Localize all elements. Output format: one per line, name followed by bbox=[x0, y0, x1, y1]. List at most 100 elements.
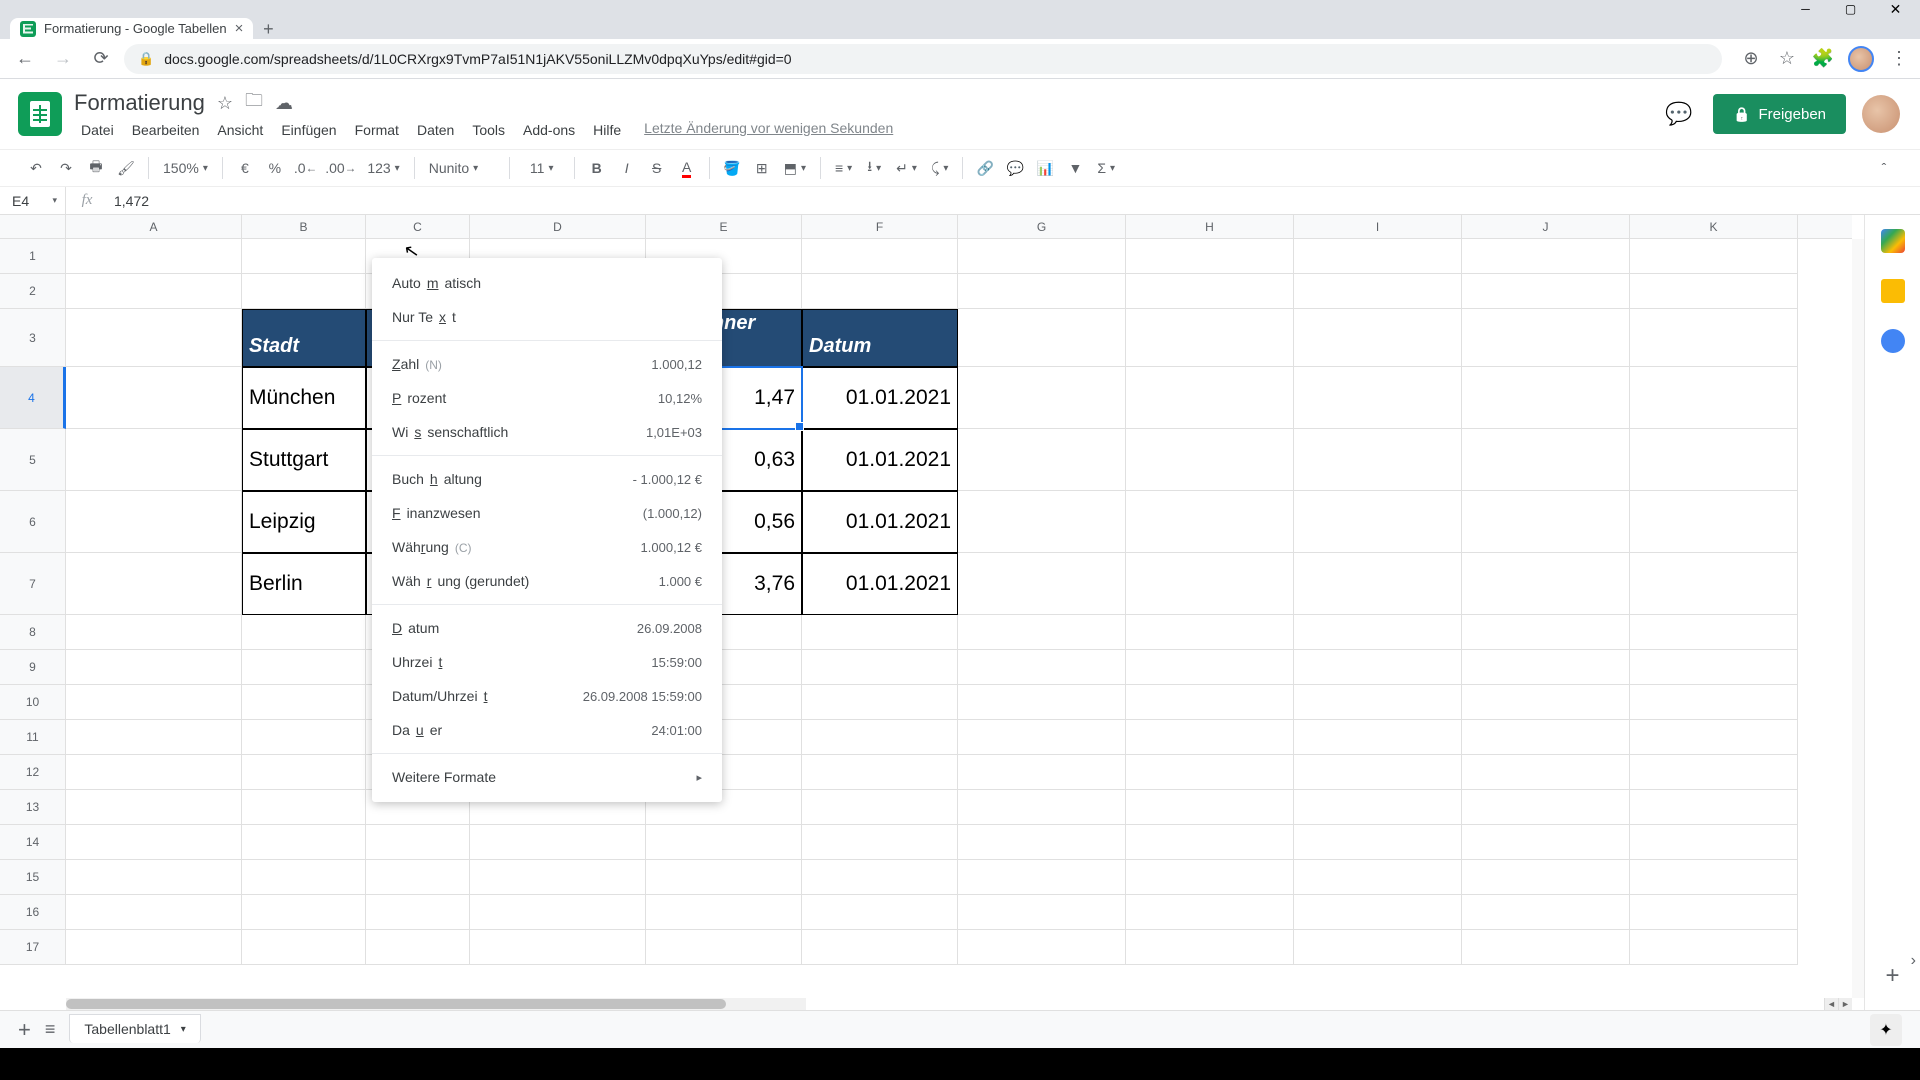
bookmark-icon[interactable]: ☆ bbox=[1776, 48, 1798, 70]
paint-format-button[interactable]: 🖌 bbox=[112, 154, 140, 182]
row-header-13[interactable]: 13 bbox=[0, 790, 65, 825]
cell-F13[interactable] bbox=[802, 790, 958, 825]
account-avatar[interactable] bbox=[1862, 95, 1900, 133]
col-header-F[interactable]: F bbox=[802, 215, 958, 238]
cell-A17[interactable] bbox=[66, 930, 242, 965]
cell-J6[interactable] bbox=[1462, 491, 1630, 553]
cell-C15[interactable] bbox=[366, 860, 470, 895]
v-align-button[interactable]: ⭳ bbox=[860, 154, 888, 182]
cell-H12[interactable] bbox=[1126, 755, 1294, 790]
cell-J10[interactable] bbox=[1462, 685, 1630, 720]
cell-C14[interactable] bbox=[366, 825, 470, 860]
cell-J16[interactable] bbox=[1462, 895, 1630, 930]
italic-button[interactable]: I bbox=[613, 154, 641, 182]
cell-I6[interactable] bbox=[1294, 491, 1462, 553]
cell-E17[interactable] bbox=[646, 930, 802, 965]
cell-I8[interactable] bbox=[1294, 615, 1462, 650]
cell-K3[interactable] bbox=[1630, 309, 1798, 367]
cell-F8[interactable] bbox=[802, 615, 958, 650]
cell-F5[interactable]: 01.01.2021 bbox=[802, 429, 958, 491]
cell-K16[interactable] bbox=[1630, 895, 1798, 930]
cell-B5[interactable]: Stuttgart bbox=[242, 429, 366, 491]
format-number[interactable]: Zahl (N)1.000,12 bbox=[372, 347, 722, 381]
nav-back-button[interactable]: ← bbox=[10, 44, 40, 74]
cell-D16[interactable] bbox=[470, 895, 646, 930]
cell-I16[interactable] bbox=[1294, 895, 1462, 930]
cell-K14[interactable] bbox=[1630, 825, 1798, 860]
cell-J4[interactable] bbox=[1462, 367, 1630, 429]
cell-J3[interactable] bbox=[1462, 309, 1630, 367]
chart-button[interactable]: 📊 bbox=[1031, 154, 1059, 182]
sheet-tab-active[interactable]: Tabellenblatt1 ▾ bbox=[69, 1014, 200, 1043]
row-header-14[interactable]: 14 bbox=[0, 825, 65, 860]
cell-H15[interactable] bbox=[1126, 860, 1294, 895]
menu-daten[interactable]: Daten bbox=[410, 120, 461, 140]
wrap-button[interactable]: ↵ bbox=[890, 154, 923, 182]
cell-H6[interactable] bbox=[1126, 491, 1294, 553]
cell-G4[interactable] bbox=[958, 367, 1126, 429]
cell-B1[interactable] bbox=[242, 239, 366, 274]
move-icon[interactable]: 🗀 bbox=[245, 88, 263, 118]
font-size-select[interactable]: 11 bbox=[518, 154, 566, 182]
sheet-tab-dropdown-icon[interactable]: ▾ bbox=[181, 1024, 186, 1035]
cell-E14[interactable] bbox=[646, 825, 802, 860]
nav-forward-button[interactable]: → bbox=[48, 44, 78, 74]
cell-J15[interactable] bbox=[1462, 860, 1630, 895]
url-input[interactable]: 🔒 docs.google.com/spreadsheets/d/1L0CRXr… bbox=[124, 44, 1722, 74]
cell-J1[interactable] bbox=[1462, 239, 1630, 274]
column-headers[interactable]: ABCDEFGHIJK bbox=[66, 215, 1852, 239]
format-time[interactable]: Uhrzeit15:59:00 bbox=[372, 645, 722, 679]
format-datetime[interactable]: Datum/Uhrzeit26.09.2008 15:59:00 bbox=[372, 679, 722, 713]
col-header-C[interactable]: C bbox=[366, 215, 470, 238]
cell-K17[interactable] bbox=[1630, 930, 1798, 965]
cell-G5[interactable] bbox=[958, 429, 1126, 491]
cell-K5[interactable] bbox=[1630, 429, 1798, 491]
cell-K11[interactable] bbox=[1630, 720, 1798, 755]
cell-F11[interactable] bbox=[802, 720, 958, 755]
row-header-16[interactable]: 16 bbox=[0, 895, 65, 930]
all-sheets-button[interactable]: ≡ bbox=[45, 1019, 56, 1040]
cell-B14[interactable] bbox=[242, 825, 366, 860]
row-header-17[interactable]: 17 bbox=[0, 930, 65, 965]
cell-B6[interactable]: Leipzig bbox=[242, 491, 366, 553]
cell-G1[interactable] bbox=[958, 239, 1126, 274]
window-minimize[interactable]: ─ bbox=[1783, 0, 1828, 18]
row-header-5[interactable]: 5 bbox=[0, 429, 65, 491]
cell-H2[interactable] bbox=[1126, 274, 1294, 309]
cell-E15[interactable] bbox=[646, 860, 802, 895]
select-all-corner[interactable] bbox=[0, 215, 66, 239]
zoom-icon[interactable]: ⊕ bbox=[1740, 48, 1762, 70]
cell-H10[interactable] bbox=[1126, 685, 1294, 720]
cell-B12[interactable] bbox=[242, 755, 366, 790]
format-duration[interactable]: Dauer24:01:00 bbox=[372, 713, 722, 747]
cell-A13[interactable] bbox=[66, 790, 242, 825]
cell-J2[interactable] bbox=[1462, 274, 1630, 309]
cell-K1[interactable] bbox=[1630, 239, 1798, 274]
menu-addons[interactable]: Add-ons bbox=[516, 120, 582, 140]
row-header-11[interactable]: 11 bbox=[0, 720, 65, 755]
cell-H1[interactable] bbox=[1126, 239, 1294, 274]
chrome-menu-icon[interactable]: ⋮ bbox=[1888, 48, 1910, 70]
cell-I9[interactable] bbox=[1294, 650, 1462, 685]
cell-F3[interactable]: Datum bbox=[802, 309, 958, 367]
cell-I3[interactable] bbox=[1294, 309, 1462, 367]
formula-input[interactable]: 1,472 bbox=[108, 193, 149, 209]
cell-H17[interactable] bbox=[1126, 930, 1294, 965]
format-more[interactable]: Weitere Formate bbox=[372, 760, 722, 794]
cell-H13[interactable] bbox=[1126, 790, 1294, 825]
rotate-button[interactable]: ⤹ bbox=[925, 154, 954, 182]
cell-C16[interactable] bbox=[366, 895, 470, 930]
cell-K15[interactable] bbox=[1630, 860, 1798, 895]
merge-cells-button[interactable]: ⬒ bbox=[778, 154, 812, 182]
row-header-10[interactable]: 10 bbox=[0, 685, 65, 720]
strikethrough-button[interactable]: S bbox=[643, 154, 671, 182]
cell-I14[interactable] bbox=[1294, 825, 1462, 860]
browser-tab-active[interactable]: Formatierung - Google Tabellen × bbox=[10, 18, 253, 39]
format-accounting[interactable]: Buchhaltung- 1.000,12 € bbox=[372, 462, 722, 496]
cell-A15[interactable] bbox=[66, 860, 242, 895]
keep-icon[interactable] bbox=[1881, 279, 1905, 303]
cell-A1[interactable] bbox=[66, 239, 242, 274]
menu-format[interactable]: Format bbox=[348, 120, 406, 140]
increase-decimal-button[interactable]: .00→ bbox=[322, 154, 359, 182]
cell-I1[interactable] bbox=[1294, 239, 1462, 274]
